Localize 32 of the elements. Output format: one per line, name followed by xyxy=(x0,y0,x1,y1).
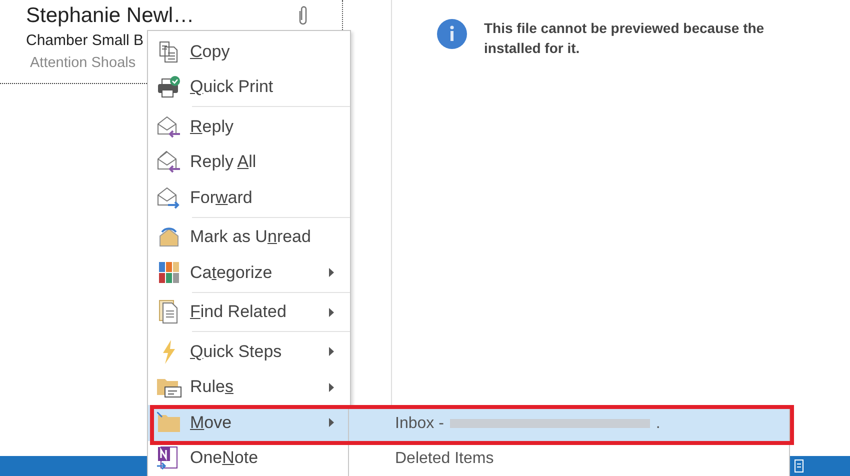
menu-item[interactable]: Quick Steps xyxy=(148,334,350,370)
message-subject: Chamber Small B xyxy=(26,32,145,49)
menu-item[interactable]: Quick Print xyxy=(148,70,350,105)
menu-item[interactable]: Mark as Unread xyxy=(148,220,350,255)
printer-icon xyxy=(157,76,181,98)
lightning-icon xyxy=(162,340,176,364)
menu-item[interactable]: OneNote xyxy=(148,440,350,476)
menu-item[interactable]: Rules xyxy=(148,370,350,405)
menu-item[interactable]: Categorize xyxy=(148,255,350,290)
menu-item[interactable]: Copy xyxy=(148,34,350,70)
menu-item[interactable]: Inbox - . xyxy=(349,406,789,441)
folder-icon xyxy=(156,376,182,398)
info-message: This file cannot be previewed because the xyxy=(484,19,764,38)
reply-icon xyxy=(157,151,181,174)
copy-icon xyxy=(159,40,179,63)
page-icon xyxy=(794,459,804,473)
menu-item[interactable]: Reply All xyxy=(148,144,350,180)
document-icon xyxy=(159,300,179,324)
forward-icon xyxy=(157,186,181,209)
categories-icon xyxy=(159,262,179,284)
info-message: installed for it. xyxy=(484,39,581,58)
menu-item[interactable]: Reply xyxy=(148,109,350,144)
folder-icon xyxy=(157,412,181,434)
paperclip-icon xyxy=(297,5,309,27)
reply-icon xyxy=(157,116,181,138)
envelope-icon xyxy=(157,226,181,248)
menu-item[interactable]: Deleted Items xyxy=(349,441,789,476)
menu-item[interactable]: Find Related xyxy=(148,294,350,330)
sender-name: Stephanie Newl… xyxy=(26,4,194,28)
message-preview: Attention Shoals xyxy=(29,55,137,71)
menu-item[interactable]: Forward xyxy=(148,180,350,216)
info-icon xyxy=(436,18,468,50)
